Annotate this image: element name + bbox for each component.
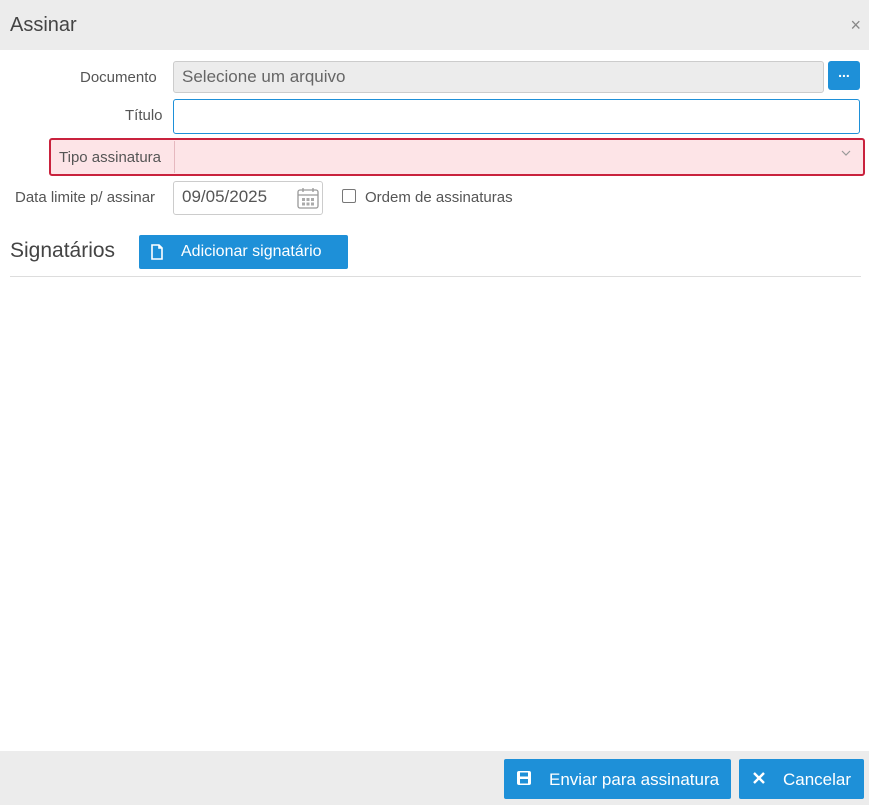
ordem-assinaturas-label: Ordem de assinaturas — [365, 189, 513, 206]
ordem-assinaturas-checkbox[interactable] — [342, 189, 356, 203]
titulo-input[interactable] — [173, 99, 860, 134]
data-limite-label: Data limite p/ assinar — [15, 189, 156, 206]
divider — [10, 276, 861, 277]
cancel-label: Cancelar — [783, 770, 852, 789]
titulo-label: Título — [125, 107, 163, 124]
send-button[interactable]: Enviar para assinatura — [504, 759, 731, 799]
tipo-assinatura-select[interactable] — [174, 141, 861, 173]
dialog-header: Assinar × — [0, 0, 869, 50]
signatarios-title: Signatários — [10, 239, 116, 262]
calendar-icon[interactable] — [296, 186, 320, 210]
close-icon — [753, 772, 765, 784]
cancel-button[interactable]: Cancelar — [739, 759, 864, 799]
save-icon — [517, 771, 531, 785]
close-icon[interactable]: × — [850, 16, 861, 34]
documento-input[interactable]: Selecione um arquivo — [173, 61, 824, 93]
send-label: Enviar para assinatura — [549, 770, 720, 789]
documento-label: Documento — [80, 69, 157, 86]
tipo-assinatura-group: Tipo assinatura — [49, 138, 865, 176]
file-icon — [151, 244, 163, 260]
add-signatario-button[interactable]: Adicionar signatário — [139, 235, 348, 269]
dialog-title: Assinar — [10, 14, 77, 36]
tipo-assinatura-label: Tipo assinatura — [59, 149, 161, 166]
chevron-down-icon — [841, 150, 851, 156]
browse-file-button[interactable]: ... — [828, 61, 860, 90]
add-signatario-label: Adicionar signatário — [181, 243, 322, 260]
